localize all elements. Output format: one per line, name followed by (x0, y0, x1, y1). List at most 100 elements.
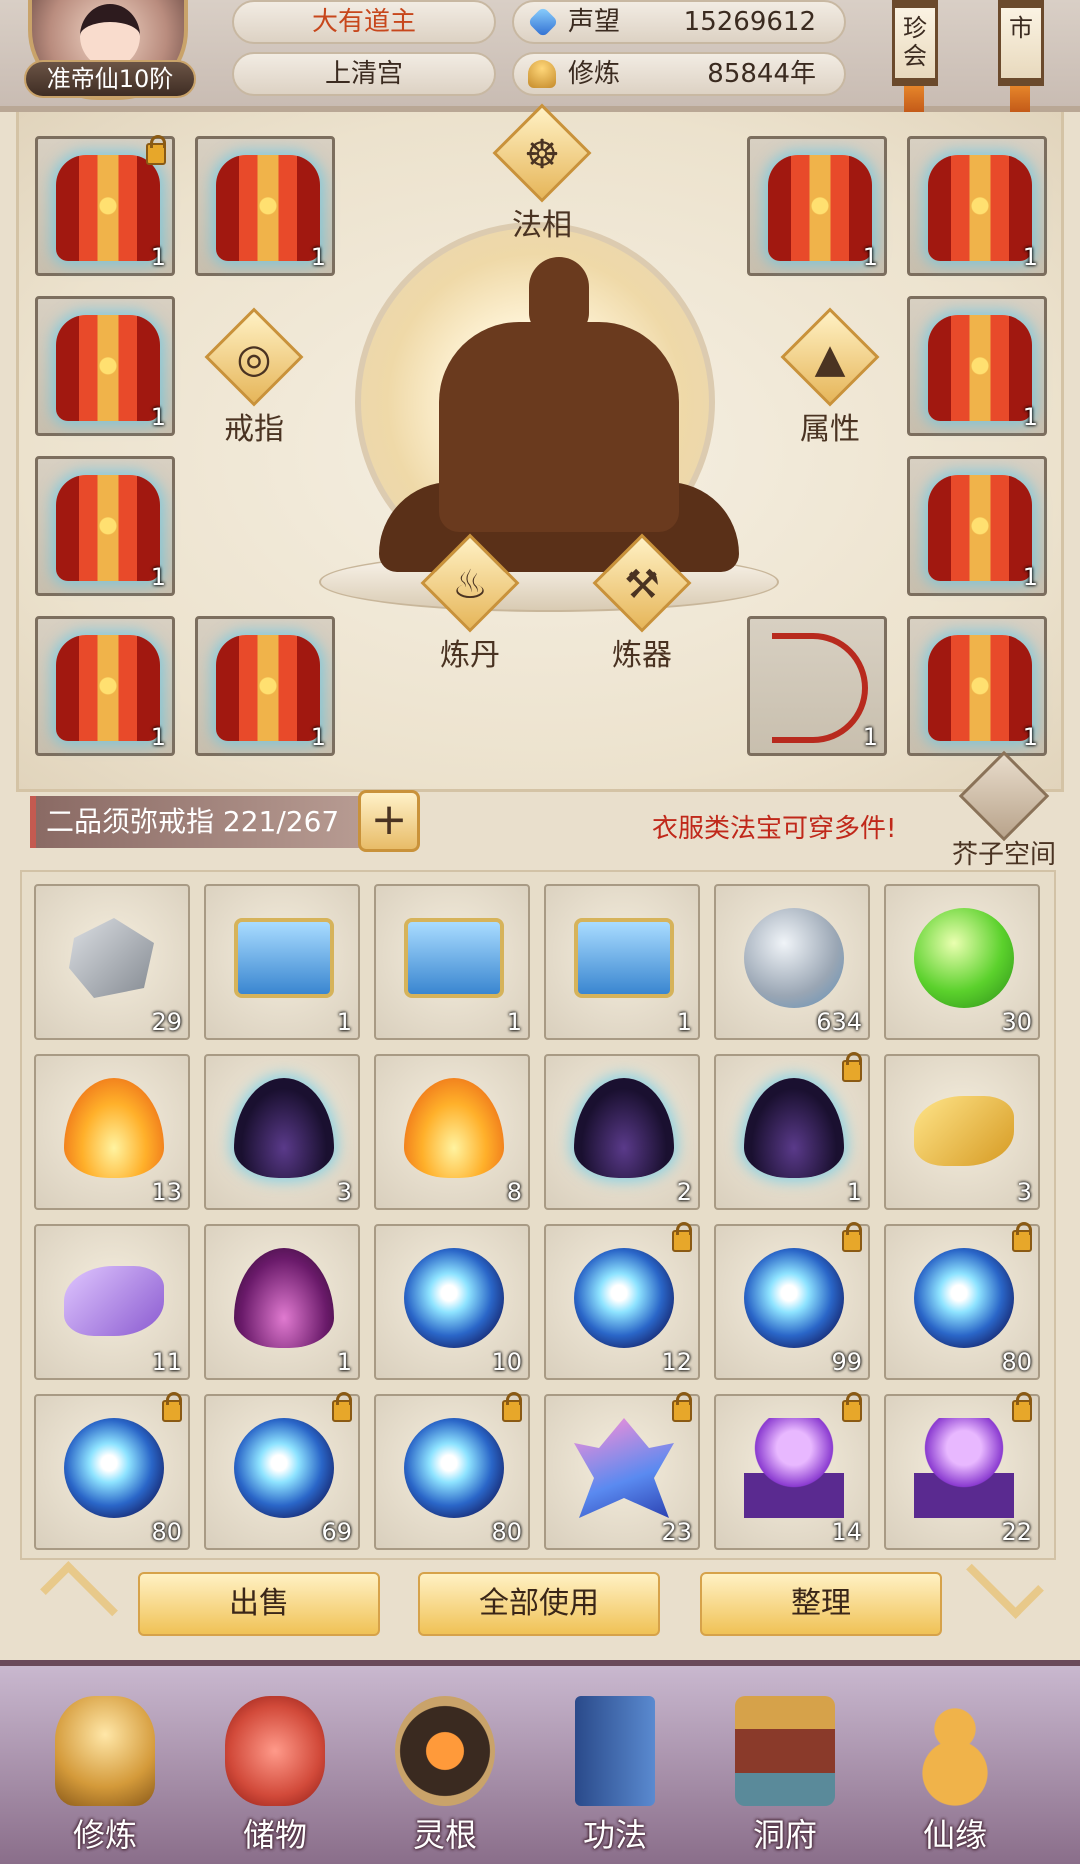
item-count: 1 (310, 723, 326, 751)
equip-slot[interactable]: 1 (907, 616, 1047, 756)
faxiang-button[interactable]: ☸ 法相 (487, 103, 597, 248)
purple-flame-icon (234, 1248, 334, 1348)
item-count: 1 (336, 1348, 352, 1376)
inventory-grid: 29 1 1 1 634 30 13 3 8 2 1 3 11 1 10 12 … (20, 870, 1056, 1560)
reputation-label: 声望 (568, 7, 621, 37)
item-count: 1 (336, 1008, 352, 1036)
blue-orb-icon (574, 1248, 674, 1348)
inventory-cell[interactable]: 8 (374, 1054, 530, 1210)
red-robe-icon (56, 315, 160, 421)
equip-slot[interactable]: 1 (195, 136, 335, 276)
organize-button[interactable]: 整理 (700, 1572, 942, 1636)
inventory-cell[interactable]: 30 (884, 884, 1040, 1040)
item-count: 1 (150, 563, 166, 591)
use-all-button[interactable]: 全部使用 (418, 1572, 660, 1636)
inventory-cell[interactable]: 29 (34, 884, 190, 1040)
nav-label: 洞府 (752, 1816, 817, 1854)
inventory-cell[interactable]: 10 (374, 1224, 530, 1380)
player-name[interactable]: 大有道主 (232, 0, 496, 44)
ring-icon: ◎ (236, 336, 272, 382)
inventory-cell[interactable]: 3 (204, 1054, 360, 1210)
inventory-cell[interactable]: 1 (544, 884, 700, 1040)
lock-icon (672, 1222, 692, 1252)
inventory-cell[interactable]: 69 (204, 1392, 360, 1550)
cultivation-stat: 修炼 85844年 (512, 52, 846, 96)
ring-capacity-bar: 二品须弥戒指 221/267 (30, 796, 360, 848)
equip-slot[interactable]: 1 (907, 136, 1047, 276)
nav-technique[interactable]: 功法 (540, 1676, 690, 1864)
equip-slot[interactable]: 1 (35, 456, 175, 596)
ring-button[interactable]: ◎ 戒指 (199, 307, 309, 452)
equip-slot[interactable]: 1 (747, 136, 887, 276)
item-count: 1 (676, 1008, 692, 1036)
inventory-cell[interactable]: 1 (714, 1052, 870, 1210)
nav-label: 灵根 (412, 1816, 477, 1854)
item-count: 8 (506, 1178, 522, 1206)
avatar-face (80, 4, 140, 68)
item-count: 1 (846, 1178, 862, 1206)
inventory-cell[interactable]: 14 (714, 1392, 870, 1550)
inventory-cell[interactable]: 80 (34, 1392, 190, 1550)
nav-cave[interactable]: 洞府 (710, 1676, 860, 1864)
item-count: 1 (1022, 403, 1038, 431)
inventory-cell[interactable]: 1 (204, 884, 360, 1040)
item-count: 1 (150, 723, 166, 751)
item-count: 99 (831, 1348, 862, 1376)
dark-flame-icon (234, 1078, 334, 1178)
faxiang-label: 法相 (512, 208, 572, 243)
inventory-cell[interactable]: 11 (34, 1224, 190, 1380)
inventory-cell[interactable]: 634 (714, 884, 870, 1040)
cultivation-value: 85844年 (707, 59, 816, 89)
alchemy-label: 炼丹 (440, 638, 500, 673)
blue-orb-icon (744, 1248, 844, 1348)
sell-button[interactable]: 出售 (138, 1572, 380, 1636)
equip-slot[interactable]: 1 (907, 296, 1047, 436)
nav-storage[interactable]: 储物 (200, 1676, 350, 1864)
sect-name[interactable]: 上清宫 (232, 52, 496, 96)
inventory-cell[interactable]: 23 (544, 1392, 700, 1550)
forging-button[interactable]: ⚒ 炼器 (587, 533, 697, 678)
alchemy-button[interactable]: ♨ 炼丹 (415, 533, 525, 678)
item-count: 1 (1022, 243, 1038, 271)
red-robe-icon (928, 635, 1032, 741)
lock-icon (332, 1392, 352, 1422)
treasure-fair-scroll[interactable]: 珍会 (892, 0, 938, 86)
nav-label: 修炼 (72, 1816, 137, 1854)
inventory-cell[interactable]: 99 (714, 1222, 870, 1380)
fire-icon (404, 1078, 504, 1178)
dark-flame-icon (744, 1078, 844, 1178)
equip-slot[interactable]: 1 (195, 616, 335, 756)
blue-orb-icon (64, 1418, 164, 1518)
ore-shards-icon (69, 918, 154, 998)
chest-icon (958, 750, 1050, 842)
equip-slot[interactable]: 1 (35, 616, 175, 756)
cultivation-label: 修炼 (568, 59, 621, 89)
inventory-cell[interactable]: 3 (884, 1054, 1040, 1210)
nav-fate[interactable]: 仙缘 (880, 1676, 1030, 1864)
mustard-space-button[interactable]: 芥子空间 (944, 750, 1064, 870)
equip-slot[interactable]: 1 (907, 456, 1047, 596)
inventory-cell[interactable]: 1 (204, 1224, 360, 1380)
lock-icon (842, 1052, 862, 1082)
item-count: 80 (151, 1518, 182, 1546)
attributes-button[interactable]: ▲ 属性 (775, 307, 885, 452)
inventory-cell[interactable]: 12 (544, 1222, 700, 1380)
item-count: 80 (1001, 1348, 1032, 1376)
item-count: 1 (150, 403, 166, 431)
equip-slot[interactable]: 1 (35, 296, 175, 436)
nav-spirit-root[interactable]: 灵根 (370, 1676, 520, 1864)
inventory-cell[interactable]: 80 (374, 1392, 530, 1550)
equip-slot[interactable]: 1 (747, 616, 887, 756)
add-capacity-button[interactable]: + (358, 790, 420, 852)
inventory-cell[interactable]: 80 (884, 1222, 1040, 1380)
equip-slot[interactable]: 1 (35, 135, 175, 276)
inventory-cell[interactable]: 2 (544, 1054, 700, 1210)
inventory-cell[interactable]: 13 (34, 1054, 190, 1210)
cauldron-icon: ♨ (452, 562, 488, 608)
inventory-cell[interactable]: 22 (884, 1392, 1040, 1550)
bag-icon (225, 1696, 325, 1806)
page-up-arrow-icon[interactable] (40, 1561, 118, 1639)
market-scroll[interactable]: 市 (998, 0, 1044, 86)
nav-cultivate[interactable]: 修炼 (30, 1676, 180, 1864)
inventory-cell[interactable]: 1 (374, 884, 530, 1040)
